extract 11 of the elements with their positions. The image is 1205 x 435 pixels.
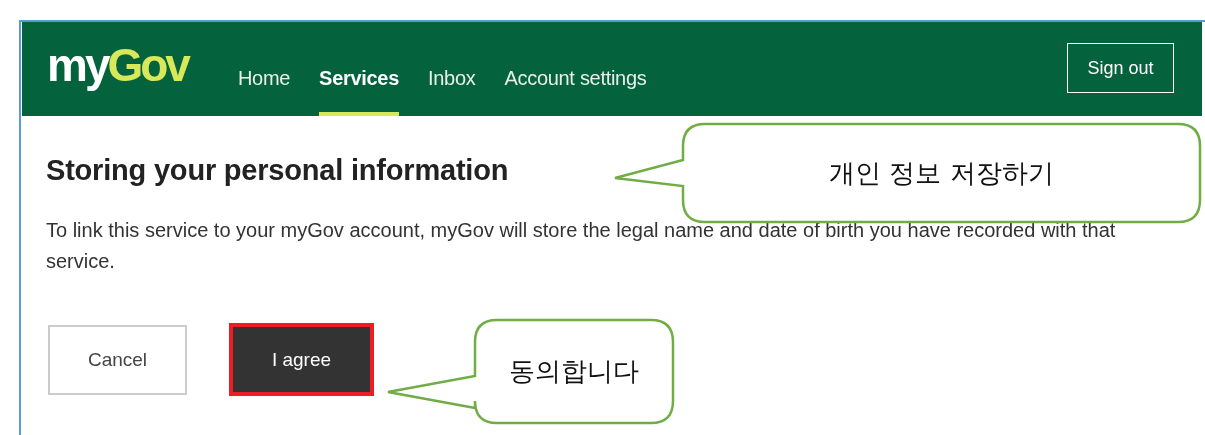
callout-text: 개인 정보 저장하기	[829, 156, 1054, 190]
page-heading: Storing your personal information	[46, 154, 509, 187]
callout-text: 동의합니다	[509, 355, 639, 388]
description-text: To link this service to your myGov account, myGov will store the legal name and date of birth you have recorded with that service.	[46, 218, 1117, 274]
sign-out-button[interactable]: Sign out	[1067, 43, 1174, 93]
cancel-button[interactable]: Cancel	[48, 324, 187, 395]
nav-link[interactable]: Home	[237, 67, 291, 116]
agree-button[interactable]: I agree	[229, 323, 374, 396]
nav-link[interactable]: Account settings	[504, 67, 647, 116]
nav-link[interactable]: Inbox	[428, 67, 476, 116]
nav-link[interactable]: Services	[319, 67, 399, 116]
